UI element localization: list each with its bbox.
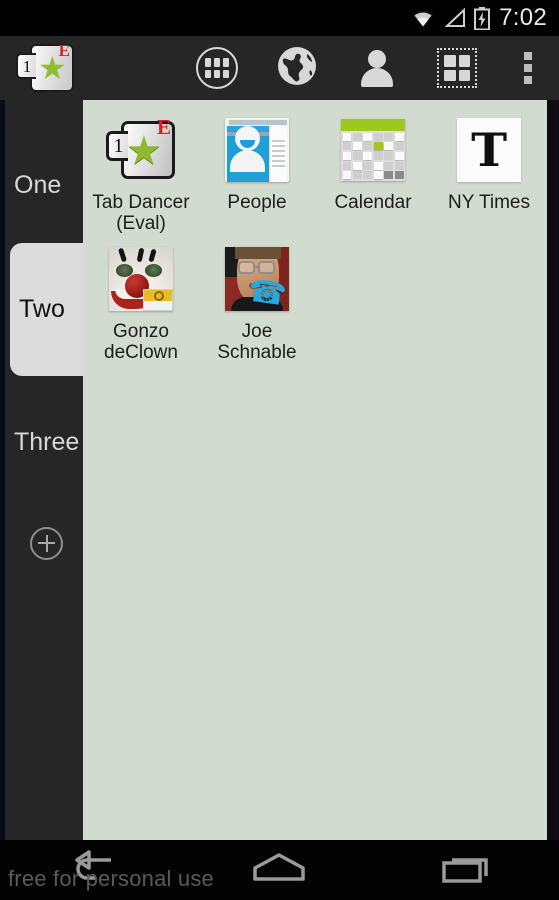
add-circle-icon bbox=[30, 526, 63, 560]
app-item-gonzo-declown[interactable]: Gonzo deClown bbox=[83, 235, 199, 364]
sidebar-tab-two[interactable]: Two bbox=[10, 243, 88, 376]
app-grid-pane: 1 E ★ Tab Dancer (Eval) People Calendar … bbox=[83, 100, 553, 840]
sidebar-tab-one[interactable]: One bbox=[5, 130, 88, 240]
phone-badge-icon: ☎ bbox=[246, 272, 289, 311]
tab-sidebar: One Two Three bbox=[0, 100, 88, 840]
nytimes-icon: T bbox=[453, 114, 525, 186]
app-label-line2: deClown bbox=[104, 341, 178, 363]
sidebar-tab-one-label: One bbox=[14, 170, 62, 199]
back-button[interactable] bbox=[0, 840, 186, 900]
app-label-line1: Tab Dancer bbox=[92, 192, 190, 213]
add-tab-button[interactable] bbox=[5, 513, 88, 573]
back-arrow-icon bbox=[65, 849, 121, 891]
app-label-line2: (Eval) bbox=[116, 212, 166, 234]
logo-badge-number: 1 bbox=[16, 53, 36, 79]
overflow-dots-icon bbox=[524, 52, 532, 84]
sidebar-tab-three-label: Three bbox=[14, 428, 80, 456]
signal-icon bbox=[443, 7, 467, 28]
sidebar-tab-two-label: Two bbox=[19, 295, 65, 323]
widgets-button[interactable] bbox=[417, 36, 497, 100]
action-bar: 1 E ★ bbox=[0, 36, 559, 100]
app-label-line1: Calendar bbox=[334, 192, 412, 213]
app-label-line2: Schnable bbox=[217, 341, 297, 363]
app-item-people[interactable]: People bbox=[199, 106, 315, 235]
app-label-line1: Gonzo bbox=[113, 320, 169, 342]
app-grid: 1 E ★ Tab Dancer (Eval) People Calendar … bbox=[83, 100, 547, 364]
home-button[interactable] bbox=[186, 840, 372, 900]
app-item-joe-schnable[interactable]: ☎ Joe Schnable bbox=[199, 235, 315, 364]
system-nav-bar bbox=[0, 840, 559, 900]
app-label: People bbox=[201, 192, 313, 214]
status-bar: 7:02 bbox=[0, 0, 559, 36]
people-icon bbox=[221, 114, 293, 186]
sidebar-tab-three[interactable]: Three bbox=[5, 380, 88, 505]
body-area: One Two Three 1 E ★ Tab Dancer (Eval) Pe… bbox=[0, 100, 559, 840]
globe-icon bbox=[277, 46, 317, 91]
wifi-icon bbox=[410, 8, 436, 28]
widgets-grid-icon bbox=[437, 48, 477, 88]
app-label: Calendar bbox=[317, 192, 429, 214]
logo-eval-badge: E bbox=[58, 41, 70, 60]
browser-button[interactable] bbox=[257, 36, 337, 100]
battery-charging-icon bbox=[474, 6, 491, 30]
nytimes-glyph: T bbox=[471, 123, 507, 177]
app-item-calendar[interactable]: Calendar bbox=[315, 106, 431, 235]
app-label: Tab Dancer (Eval) bbox=[85, 192, 197, 235]
app-label-line1: NY Times bbox=[447, 192, 530, 213]
android-screen: 7:02 1 E ★ One Two Three 1 E ★ Tab Dance… bbox=[0, 0, 559, 900]
joe-contact-icon: ☎ bbox=[221, 243, 293, 315]
tab-dancer-icon: 1 E ★ bbox=[105, 114, 177, 186]
tab-dancer-logo[interactable]: 1 E ★ bbox=[16, 42, 74, 94]
app-item-nytimes[interactable]: T NY Times bbox=[431, 106, 547, 235]
status-clock: 7:02 bbox=[499, 4, 547, 31]
app-label-line1: People bbox=[227, 192, 287, 213]
person-icon bbox=[359, 49, 395, 87]
recents-icon bbox=[436, 850, 496, 891]
email-badge-icon bbox=[143, 288, 173, 311]
app-item-tab-dancer[interactable]: 1 E ★ Tab Dancer (Eval) bbox=[83, 106, 199, 235]
status-icons bbox=[410, 6, 491, 30]
app-label: Joe Schnable bbox=[201, 320, 313, 364]
all-apps-button[interactable] bbox=[177, 36, 257, 100]
clown-contact-icon bbox=[105, 243, 177, 315]
app-label: NY Times bbox=[433, 192, 545, 214]
app-label: Gonzo deClown bbox=[85, 320, 197, 364]
app-label-line1: Joe bbox=[241, 320, 273, 342]
home-icon bbox=[248, 851, 310, 890]
contacts-button[interactable] bbox=[337, 36, 417, 100]
calendar-icon bbox=[337, 114, 409, 186]
apps-grid-circle-icon bbox=[196, 47, 238, 89]
overflow-button[interactable] bbox=[497, 36, 559, 100]
recents-button[interactable] bbox=[373, 840, 559, 900]
